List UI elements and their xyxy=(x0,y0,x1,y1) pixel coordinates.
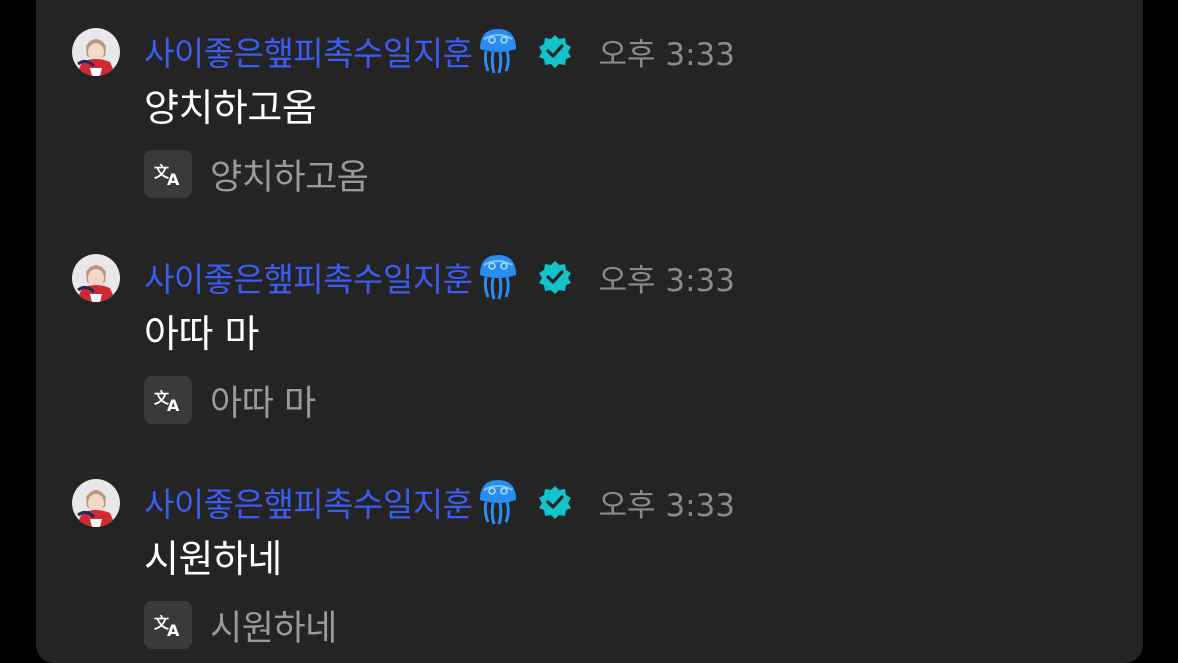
chat-message: 사이좋은햎피촉수일지훈 오후 3:33 xyxy=(72,24,1072,224)
chat-message: 사이좋은햎피촉수일지훈 오후 3:33 xyxy=(72,250,1072,450)
translation-row: 文 A 시원하네 xyxy=(144,601,337,649)
translation-text: 시원하네 xyxy=(210,608,337,649)
jellyfish-icon xyxy=(476,253,520,301)
verified-badge-icon xyxy=(538,260,572,294)
username[interactable]: 사이좋은햎피촉수일지훈 xyxy=(144,253,473,301)
message-header: 사이좋은햎피촉수일지훈 오후 3:33 xyxy=(144,250,735,304)
translate-icon[interactable]: 文 A xyxy=(144,150,192,198)
message-header: 사이좋은햎피촉수일지훈 오후 3:33 xyxy=(144,24,735,78)
translation-row: 文 A 양치하고옴 xyxy=(144,150,369,198)
translate-icon[interactable]: 文 A xyxy=(144,601,192,649)
avatar[interactable] xyxy=(72,254,120,302)
chat-panel: 사이좋은햎피촉수일지훈 오후 3:33 양치하고옴 文 A 양치하고옴 사이좋은… xyxy=(36,0,1143,663)
svg-text:A: A xyxy=(167,621,180,638)
translation-text: 아따 마 xyxy=(210,383,316,424)
chat-message: 사이좋은햎피촉수일지훈 오후 3:33 xyxy=(72,475,1072,663)
message-timestamp: 오후 3:33 xyxy=(598,36,735,73)
message-timestamp: 오후 3:33 xyxy=(598,262,735,299)
translation-row: 文 A 아따 마 xyxy=(144,376,316,424)
jellyfish-icon xyxy=(476,478,520,526)
verified-badge-icon xyxy=(538,34,572,68)
avatar[interactable] xyxy=(72,479,120,527)
message-text: 아따 마 xyxy=(144,312,259,356)
username[interactable]: 사이좋은햎피촉수일지훈 xyxy=(144,478,473,526)
message-timestamp: 오후 3:33 xyxy=(598,487,735,524)
avatar[interactable] xyxy=(72,28,120,76)
svg-text:A: A xyxy=(167,170,180,187)
username[interactable]: 사이좋은햎피촉수일지훈 xyxy=(144,27,473,75)
message-text: 시원하네 xyxy=(144,537,282,581)
message-header: 사이좋은햎피촉수일지훈 오후 3:33 xyxy=(144,475,735,529)
svg-text:A: A xyxy=(167,396,180,413)
message-text: 양치하고옴 xyxy=(144,86,317,130)
translate-icon[interactable]: 文 A xyxy=(144,376,192,424)
verified-badge-icon xyxy=(538,485,572,519)
jellyfish-icon xyxy=(476,27,520,75)
translation-text: 양치하고옴 xyxy=(210,157,369,198)
